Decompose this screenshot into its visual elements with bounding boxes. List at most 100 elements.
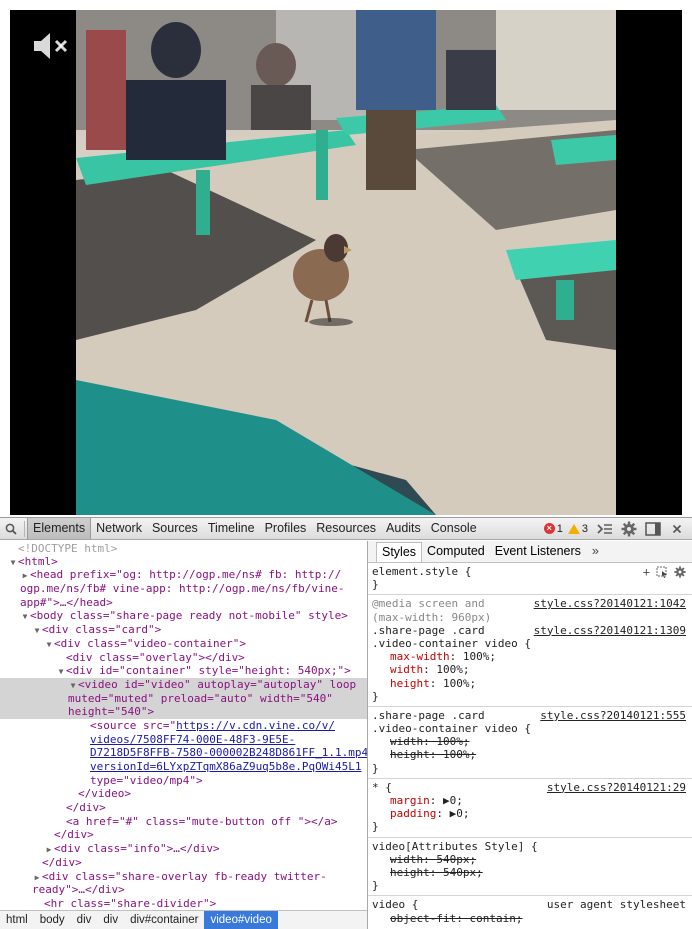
rule-share-page[interactable]: .share-page .card style.css?20140121:555 … <box>368 707 692 779</box>
search-icon[interactable] <box>0 518 22 540</box>
overridden-property[interactable]: width: 100%; <box>372 735 688 748</box>
close-icon[interactable] <box>666 519 688 539</box>
mute-button[interactable] <box>32 30 72 62</box>
expand-triangle-icon[interactable]: ▼ <box>56 665 66 679</box>
tab-event-listeners[interactable]: Event Listeners <box>490 542 586 562</box>
video-player[interactable] <box>10 10 682 515</box>
tree-line-source[interactable]: <source src="https://v.cdn.vine.co/v/ <box>0 719 367 733</box>
tab-audits[interactable]: Audits <box>381 518 426 539</box>
tree-line-info[interactable]: ▶ <div class="info">…</div> <box>0 842 367 856</box>
tree-line-head[interactable]: ▶ <head prefix="og: http://ogp.me/ns# fb:… <box>0 568 367 582</box>
dock-side-icon[interactable] <box>642 519 664 539</box>
rule-user-agent[interactable]: video {user agent stylesheet object-fit:… <box>368 896 692 927</box>
tree-line-video-cont[interactable]: muted="muted" preload="auto" width="540" <box>0 691 367 706</box>
tree-line-video-close[interactable]: </video> <box>0 787 367 801</box>
tab-console[interactable]: Console <box>426 518 482 539</box>
error-counter[interactable]: × 1 3 <box>543 523 588 535</box>
breadcrumb-video[interactable]: video#video <box>204 911 278 929</box>
source-link[interactable]: style.css?20140121:1042 <box>534 597 686 610</box>
expand-triangle-icon[interactable]: ▼ <box>8 556 18 570</box>
tree-line-share-overlay[interactable]: ▶ <div class="share-overlay fb-ready twit… <box>0 870 367 884</box>
tree-line-overlay[interactable]: <div class="overlay"></div> <box>0 651 367 665</box>
tab-styles[interactable]: Styles <box>376 542 423 562</box>
source-url-link[interactable]: https://v.cdn.vine.co/v/ <box>176 719 335 732</box>
tree-line-div-close[interactable]: </div> <box>0 856 367 870</box>
source-link[interactable]: style.css?20140121:555 <box>540 709 686 722</box>
tag-text: type="video/mp4"> <box>90 773 203 787</box>
style-property[interactable]: height: 100%; <box>372 677 688 690</box>
tree-line-video-selected[interactable]: ▼ <video id="video" autoplay="autoplay" l… <box>0 677 367 693</box>
expand-triangle-icon[interactable]: ▼ <box>32 624 42 638</box>
breadcrumb-div[interactable]: div <box>71 911 98 929</box>
source-link[interactable]: style.css?20140121:1309 <box>534 624 686 637</box>
tree-line-source-type[interactable]: type="video/mp4"> <box>0 774 367 788</box>
tree-line-source-cont[interactable]: videos/7508FF74-000E-48F3-9E5E- <box>0 733 367 747</box>
collapse-triangle-icon[interactable]: ▶ <box>20 569 30 583</box>
gear-icon[interactable] <box>674 566 686 581</box>
console-drawer-icon[interactable] <box>594 519 616 539</box>
tab-network[interactable]: Network <box>91 518 147 539</box>
tab-sources[interactable]: Sources <box>147 518 203 539</box>
tag-text: <div class="video-container"> <box>54 636 247 650</box>
property-name: padding <box>390 807 437 821</box>
expand-triangle-icon[interactable]: ▼ <box>68 679 78 693</box>
tag-text: muted="muted" preload="auto" width="540" <box>68 691 333 705</box>
property-name: width <box>390 663 424 677</box>
source-url-link[interactable]: D7218D5F8FFB-7580-000002B248D861FF_1.1.m… <box>90 746 367 759</box>
tree-line-div-close[interactable]: </div> <box>0 828 367 842</box>
overridden-property[interactable]: object-fit: contain; <box>372 912 688 925</box>
breadcrumb-div[interactable]: div <box>97 911 124 929</box>
rule-video-attributes[interactable]: video[Attributes Style] { width: 540px; … <box>368 838 692 897</box>
tree-line-share-divider[interactable]: <hr class="share-divider"> <box>0 897 367 910</box>
property-value: : ▶0; <box>436 807 470 821</box>
tree-line-head-cont[interactable]: app#">…</head> <box>0 596 367 610</box>
elements-tree: <!DOCTYPE html> ▼ <html> ▶ <head prefix="o… <box>0 541 367 910</box>
rule-universal[interactable]: * {style.css?20140121:29 margin: ▶0; pad… <box>368 779 692 838</box>
style-property[interactable]: padding: ▶0; <box>372 807 688 820</box>
tab-resources[interactable]: Resources <box>311 518 381 539</box>
breadcrumb-body[interactable]: body <box>34 911 71 929</box>
tab-elements[interactable]: Elements <box>27 518 92 539</box>
source-url-link[interactable]: videos/7508FF74-000E-48F3-9E5E- <box>90 733 295 746</box>
toolbar-right: × 1 3 <box>543 519 692 539</box>
collapse-triangle-icon[interactable]: ▶ <box>32 871 42 885</box>
breadcrumb-html[interactable]: html <box>0 911 34 929</box>
tab-computed[interactable]: Computed <box>422 542 490 562</box>
tree-line-source-cont[interactable]: versionId=6LYxpZTqmX86aZ9uq5b8e.PqOWi45L… <box>0 760 367 774</box>
source-url-link[interactable]: versionId=6LYxpZTqmX86aZ9uq5b8e.PqOWi45L… <box>90 760 362 773</box>
expand-triangle-icon[interactable]: ▼ <box>20 610 30 624</box>
more-tabs-button[interactable]: » <box>586 542 605 562</box>
breadcrumb-div-container[interactable]: div#container <box>124 911 204 929</box>
tag-text: <div class="overlay"></div> <box>66 650 245 664</box>
rule-share-page-media[interactable]: @media screen and style.css?20140121:1042… <box>368 595 692 707</box>
warning-icon <box>567 523 580 534</box>
tag-text: </div> <box>42 855 82 869</box>
element-state-icon[interactable] <box>656 566 668 581</box>
tab-timeline[interactable]: Timeline <box>203 518 260 539</box>
tree-line-mute-anchor[interactable]: <a href="#" class="mute-button off "></a… <box>0 815 367 829</box>
rule-element-style[interactable]: element.style { } + <box>368 563 692 596</box>
collapse-triangle-icon[interactable]: ▶ <box>44 843 54 857</box>
style-property[interactable]: max-width: 100%; <box>372 650 688 663</box>
tree-line-div-close[interactable]: </div> <box>0 801 367 815</box>
tree-line-container[interactable]: ▼ <div id="container" style="height: 540p… <box>0 664 367 678</box>
tree-line-video-cont[interactable]: height="540"> <box>0 705 367 719</box>
gear-icon[interactable] <box>618 519 640 539</box>
tab-profiles[interactable]: Profiles <box>260 518 312 539</box>
tree-line-doctype[interactable]: <!DOCTYPE html> <box>0 541 367 555</box>
source-link[interactable]: style.css?20140121:29 <box>547 781 686 794</box>
overridden-property[interactable]: height: 540px; <box>372 866 688 879</box>
tree-line-head-cont[interactable]: ogp.me/ns/fb# vine-app: http://ogp.me/ns… <box>0 582 367 596</box>
overridden-property[interactable]: width: 540px; <box>372 853 688 866</box>
tree-line-video-container[interactable]: ▼ <div class="video-container"> <box>0 637 367 651</box>
overridden-property[interactable]: height: 100%; <box>372 748 688 761</box>
add-rule-icon[interactable]: + <box>643 565 650 581</box>
style-property[interactable]: margin: ▶0; <box>372 794 688 807</box>
tree-line-html[interactable]: ▼ <html> <box>0 555 367 569</box>
tree-line-card[interactable]: ▼ <div class="card"> <box>0 623 367 637</box>
expand-triangle-icon[interactable]: ▼ <box>44 638 54 652</box>
tree-line-share-overlay-cont[interactable]: ready">…</div> <box>0 883 367 897</box>
style-property[interactable]: width: 100%; <box>372 663 688 676</box>
tree-line-source-cont[interactable]: D7218D5F8FFB-7580-000002B248D861FF_1.1.m… <box>0 746 367 760</box>
tree-line-body[interactable]: ▼ <body class="share-page ready not-mobil… <box>0 609 367 623</box>
